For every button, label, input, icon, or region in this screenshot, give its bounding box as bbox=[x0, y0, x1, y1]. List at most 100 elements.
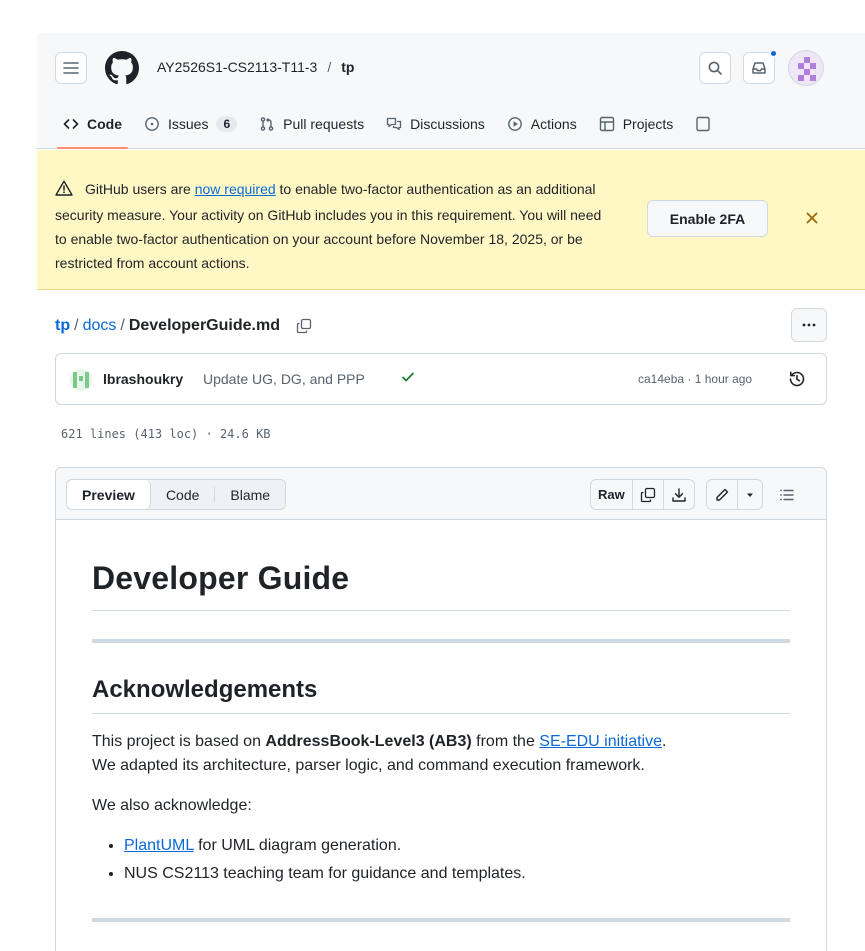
list-unordered-icon bbox=[780, 489, 794, 501]
search-icon bbox=[708, 61, 722, 75]
identicon-icon bbox=[798, 57, 816, 81]
triangle-down-icon bbox=[747, 493, 753, 497]
commit-author-link[interactable]: lbrashoukry bbox=[103, 371, 183, 387]
tab-code[interactable]: Code bbox=[55, 107, 136, 149]
preview-tab[interactable]: Preview bbox=[67, 480, 151, 509]
table-icon bbox=[599, 116, 614, 132]
latest-commit-box: lbrashoukry Update UG, DG, and PPP ca14e… bbox=[55, 353, 827, 405]
play-icon bbox=[507, 117, 522, 131]
raw-button[interactable]: Raw bbox=[591, 480, 633, 509]
file-stats: 621 lines (413 loc) · 24.6 KB bbox=[61, 427, 271, 441]
menu-button[interactable] bbox=[55, 52, 87, 84]
acknowledgements-heading: Acknowledgements bbox=[92, 675, 790, 714]
repo-name-link[interactable]: tp bbox=[341, 59, 354, 75]
history-button[interactable] bbox=[788, 370, 806, 391]
inbox-button[interactable] bbox=[743, 49, 778, 84]
banner-message: GitHub users are now required to enable … bbox=[55, 177, 615, 275]
repo-header: AY2526S1-CS2113-T11-3 / tp Code Issues 6… bbox=[37, 33, 865, 149]
outline-button[interactable] bbox=[776, 484, 798, 506]
commit-hash-link[interactable]: ca14eba bbox=[638, 372, 684, 386]
user-avatar[interactable] bbox=[788, 50, 824, 86]
breadcrumb-docs-link[interactable]: docs bbox=[83, 317, 117, 335]
download-button[interactable] bbox=[664, 480, 694, 509]
breadcrumb-root-link[interactable]: tp bbox=[55, 317, 70, 335]
raw-actions-group: Raw bbox=[590, 479, 695, 510]
acknowledge-list: PlantUML for UML diagram generation. NUS… bbox=[92, 834, 790, 886]
commit-meta: ca14eba · 1 hour ago bbox=[638, 372, 752, 386]
text: We adapted its architecture, parser logi… bbox=[92, 757, 645, 774]
more-options-button[interactable] bbox=[791, 308, 827, 342]
close-icon bbox=[806, 212, 818, 224]
tab-overflow[interactable] bbox=[687, 107, 725, 141]
divider bbox=[92, 639, 790, 643]
file-viewer: Preview Code Blame Raw Developer Guide A… bbox=[55, 467, 827, 951]
search-button[interactable] bbox=[699, 52, 731, 84]
breadcrumb-separator: / bbox=[74, 317, 79, 334]
check-icon[interactable] bbox=[401, 370, 415, 388]
hamburger-icon bbox=[63, 62, 79, 74]
text: . bbox=[661, 733, 667, 750]
edit-actions-group bbox=[706, 479, 763, 510]
tab-label: Pull requests bbox=[283, 116, 365, 132]
edit-dropdown-button[interactable] bbox=[738, 480, 762, 509]
tab-issues[interactable]: Issues 6 bbox=[136, 107, 251, 141]
tab-projects[interactable]: Projects bbox=[591, 107, 688, 141]
code-view-tab[interactable]: Code bbox=[151, 480, 214, 509]
enable-2fa-button[interactable]: Enable 2FA bbox=[647, 200, 768, 237]
text: from the bbox=[471, 733, 540, 750]
ab3-bold: AddressBook-Level3 (AB3) bbox=[265, 733, 472, 750]
markdown-body: Developer Guide Acknowledgements This pr… bbox=[92, 520, 790, 922]
pencil-icon bbox=[716, 488, 729, 501]
commit-message-link[interactable]: Update UG, DG, and PPP bbox=[203, 371, 365, 387]
breadcrumb-separator: / bbox=[327, 59, 332, 75]
copy-icon bbox=[640, 487, 655, 502]
alert-icon bbox=[55, 179, 75, 203]
history-icon bbox=[789, 371, 805, 387]
edit-file-button[interactable] bbox=[707, 480, 738, 509]
now-required-link[interactable]: now required bbox=[195, 181, 276, 197]
also-acknowledge-paragraph: We also acknowledge: bbox=[92, 797, 252, 814]
tab-actions[interactable]: Actions bbox=[499, 107, 591, 141]
file-toolbar: Preview Code Blame Raw bbox=[56, 468, 826, 520]
code-icon bbox=[63, 119, 79, 129]
list-item: PlantUML for UML diagram generation. bbox=[124, 834, 790, 858]
current-file-name: DeveloperGuide.md bbox=[128, 317, 280, 334]
repo-owner-link[interactable]: AY2526S1-CS2113-T11-3 bbox=[157, 59, 317, 75]
author-avatar[interactable] bbox=[70, 369, 92, 391]
divider bbox=[92, 918, 790, 922]
copy-path-button[interactable] bbox=[296, 318, 312, 334]
discussions-icon bbox=[386, 117, 402, 131]
tab-label: Actions bbox=[530, 116, 577, 132]
kebab-horizontal-icon bbox=[802, 323, 816, 327]
breadcrumb-separator: / bbox=[120, 317, 125, 334]
issue-icon bbox=[145, 117, 159, 131]
view-mode-segmented-control: Preview Code Blame bbox=[66, 479, 287, 510]
copy-raw-button[interactable] bbox=[633, 480, 664, 509]
tab-label: Code bbox=[87, 116, 122, 132]
blame-tab[interactable]: Blame bbox=[215, 480, 285, 509]
copy-icon bbox=[296, 318, 312, 334]
list-item: NUS CS2113 teaching team for guidance an… bbox=[124, 862, 790, 886]
identicon-icon bbox=[73, 372, 89, 388]
github-icon bbox=[105, 51, 139, 85]
tab-pull-requests[interactable]: Pull requests bbox=[251, 107, 378, 141]
tab-label: Projects bbox=[622, 116, 674, 132]
book-icon bbox=[696, 116, 710, 132]
tab-label: Discussions bbox=[410, 116, 485, 132]
doc-title: Developer Guide bbox=[92, 558, 790, 611]
text: This project is based on bbox=[92, 733, 266, 750]
pull-request-icon bbox=[260, 117, 274, 131]
se-edu-link[interactable]: SE-EDU initiative bbox=[539, 733, 662, 750]
github-page: AY2526S1-CS2113-T11-3 / tp Code Issues 6… bbox=[37, 33, 865, 951]
tab-discussions[interactable]: Discussions bbox=[378, 107, 499, 141]
notification-dot bbox=[769, 49, 778, 58]
close-banner-button[interactable] bbox=[802, 208, 822, 228]
file-breadcrumb: tp / docs / DeveloperGuide.md bbox=[55, 317, 312, 335]
acknowledgements-paragraph: This project is based on AddressBook-Lev… bbox=[92, 730, 790, 778]
github-logo[interactable] bbox=[105, 51, 139, 85]
plantuml-link[interactable]: PlantUML bbox=[124, 837, 194, 854]
issues-count-badge: 6 bbox=[216, 116, 238, 132]
inbox-icon bbox=[752, 62, 766, 74]
repo-nav-tabs: Code Issues 6 Pull requests Discussions … bbox=[55, 107, 725, 149]
repo-breadcrumb: AY2526S1-CS2113-T11-3 / tp bbox=[157, 59, 354, 75]
